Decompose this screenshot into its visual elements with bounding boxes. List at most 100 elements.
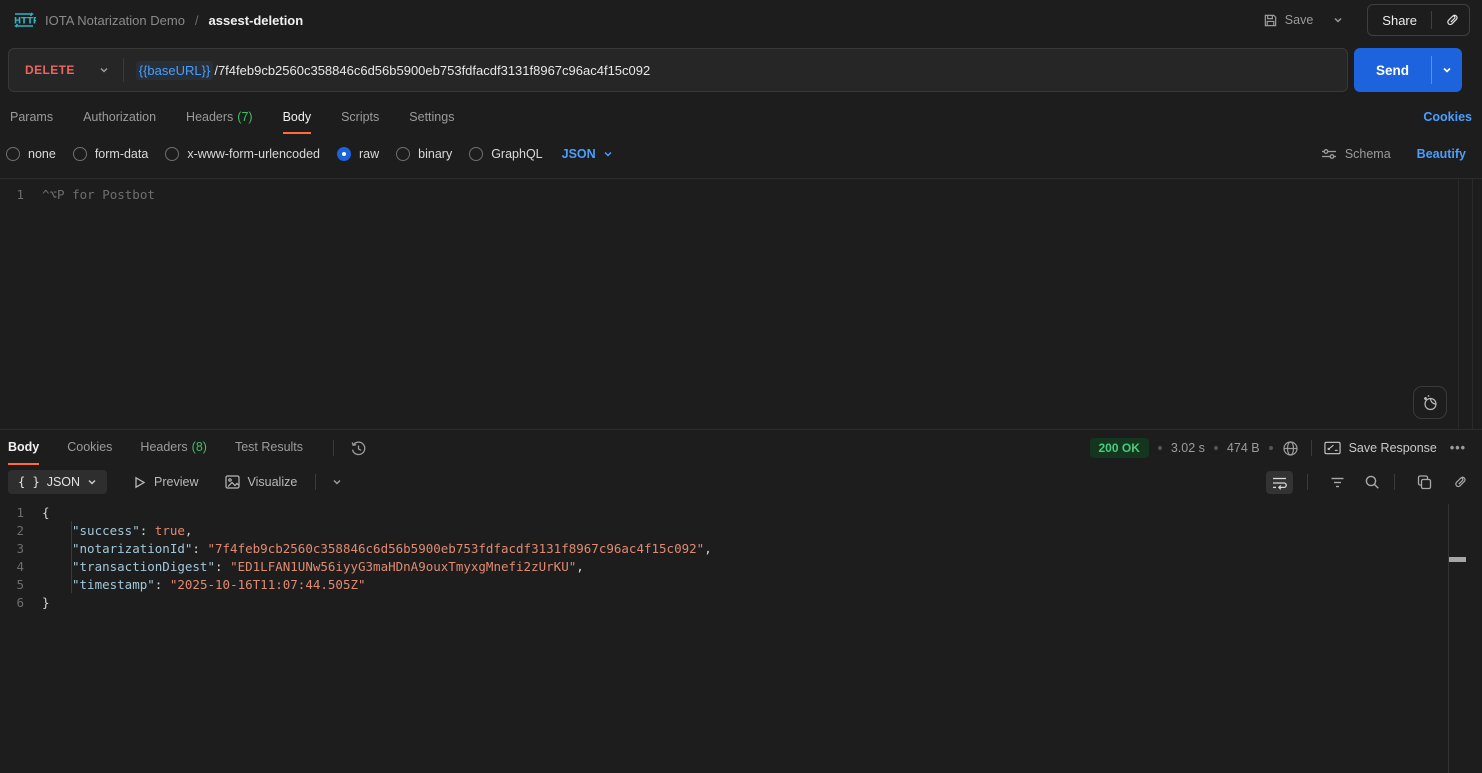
toolbar-right-divider (1307, 474, 1308, 490)
search-button[interactable] (1364, 474, 1380, 490)
meta-dot (1158, 446, 1162, 450)
response-scroll-track[interactable] (1448, 504, 1449, 773)
url-input[interactable]: {{baseURL}} /7f4feb9cb2560c358846c6d56b5… (124, 61, 1347, 80)
request-url-row: DELETE {{baseURL}} /7f4feb9cb2560c358846… (0, 48, 1482, 92)
indent-guide (71, 521, 72, 593)
code-line-content: "notarizationId": "7f4feb9cb2560c358846c… (42, 541, 712, 556)
response-tab-test-results[interactable]: Test Results (235, 432, 303, 465)
save-response-icon (1324, 441, 1341, 455)
request-url-box: DELETE {{baseURL}} /7f4feb9cb2560c358846… (8, 48, 1348, 92)
response-time[interactable]: 3.02 s (1171, 441, 1205, 455)
body-type-GraphQL[interactable]: GraphQL (469, 147, 542, 161)
toolbar-right-divider (1394, 474, 1395, 490)
copy-button[interactable] (1417, 475, 1432, 490)
request-body-editor[interactable]: 1 ^⌥P for Postbot (0, 178, 1482, 430)
code-line-number: 3 (0, 541, 42, 556)
radio-selected-icon[interactable] (337, 147, 351, 161)
response-headers-count: (8) (192, 440, 207, 454)
schema-label: Schema (1345, 147, 1391, 161)
code-line-content: { (42, 505, 50, 520)
body-type-form-data[interactable]: form-data (73, 147, 149, 161)
tab-params[interactable]: Params (10, 104, 53, 134)
code-line-content: "transactionDigest": "ED1LFAN1UNw56iyyG3… (42, 559, 584, 574)
filter-button[interactable] (1330, 476, 1345, 489)
chevron-down-icon (87, 477, 97, 487)
base-url-variable[interactable]: {{baseURL}} (136, 61, 214, 80)
word-wrap-toggle[interactable] (1266, 471, 1293, 494)
chevron-down-icon (332, 477, 342, 487)
image-icon (225, 475, 240, 489)
tab-headers[interactable]: Headers(7) (186, 104, 253, 134)
body-type-binary[interactable]: binary (396, 147, 452, 161)
postbot-placeholder: ^⌥P for Postbot (42, 187, 155, 202)
sliders-icon (1321, 147, 1337, 161)
network-info-button[interactable] (1282, 440, 1299, 457)
response-format-select[interactable]: { } JSON (8, 470, 107, 494)
save-button[interactable]: Save (1257, 7, 1320, 34)
cookies-link[interactable]: Cookies (1423, 110, 1472, 128)
send-button[interactable]: Send (1354, 48, 1431, 92)
body-type-label: none (28, 147, 56, 161)
body-type-x-www-form-urlencoded[interactable]: x-www-form-urlencoded (165, 147, 320, 161)
response-panel: Body Cookies Headers(8) Test Results 200… (0, 431, 1482, 773)
response-history-button[interactable] (350, 440, 367, 457)
response-toolbar: { } JSON Preview Visualize (0, 465, 1482, 499)
raw-language-select[interactable]: JSON (562, 147, 613, 161)
beautify-button[interactable]: Beautify (1417, 147, 1466, 161)
breadcrumb-request-name[interactable]: assest-deletion (209, 13, 304, 28)
breadcrumb-collection[interactable]: IOTA Notarization Demo (45, 13, 185, 28)
request-tabs: Params Authorization Headers(7) Body Scr… (0, 104, 1482, 134)
top-bar: HTTP IOTA Notarization Demo / assest-del… (0, 0, 1482, 40)
share-button[interactable]: Share (1368, 13, 1431, 28)
breadcrumb: HTTP IOTA Notarization Demo / assest-del… (12, 11, 303, 29)
chevron-down-icon (99, 65, 109, 75)
editor-scroll-track[interactable] (1458, 179, 1459, 429)
visualize-button[interactable]: Visualize (225, 475, 298, 489)
body-type-label: GraphQL (491, 147, 542, 161)
response-tabs: Body Cookies Headers(8) Test Results 200… (0, 431, 1482, 465)
body-type-none[interactable]: none (6, 147, 56, 161)
response-meta: 200 OK 3.02 s 474 B (1090, 438, 1467, 458)
meta-divider (1311, 440, 1312, 456)
save-response-label: Save Response (1349, 441, 1437, 455)
response-scroll-thumb[interactable] (1449, 557, 1466, 562)
copy-link-button[interactable] (1432, 13, 1469, 28)
body-type-label: x-www-form-urlencoded (187, 147, 320, 161)
response-tab-body[interactable]: Body (8, 432, 39, 465)
postbot-button[interactable] (1413, 386, 1447, 419)
send-button-group: Send (1354, 48, 1462, 92)
body-type-raw[interactable]: raw (337, 147, 379, 161)
send-options-chevron[interactable] (1432, 48, 1462, 92)
tab-body[interactable]: Body (283, 104, 312, 134)
save-options-chevron[interactable] (1325, 9, 1351, 31)
tab-settings[interactable]: Settings (409, 104, 454, 134)
visualize-options-chevron[interactable] (332, 477, 342, 487)
radio-icon[interactable] (165, 147, 179, 161)
response-toolbar-right (1266, 471, 1466, 494)
method-label: DELETE (25, 63, 75, 77)
meta-dot (1269, 446, 1273, 450)
radio-icon[interactable] (469, 147, 483, 161)
response-more-button[interactable]: ••• (1450, 441, 1466, 455)
preview-button[interactable]: Preview (133, 475, 198, 489)
editor-scroll-track-outer[interactable] (1472, 179, 1473, 429)
radio-icon[interactable] (396, 147, 410, 161)
copy-link-button[interactable] (1451, 475, 1466, 490)
radio-icon[interactable] (73, 147, 87, 161)
code-line: 1{ (0, 503, 1482, 521)
tab-authorization[interactable]: Authorization (83, 104, 156, 134)
schema-button[interactable]: Schema (1321, 147, 1391, 161)
meta-dot (1214, 446, 1218, 450)
tab-scripts[interactable]: Scripts (341, 104, 379, 134)
code-line-content: "success": true, (42, 523, 192, 538)
response-code[interactable]: 1{2"success": true,3"notarizationId": "7… (0, 499, 1482, 773)
save-response-button[interactable]: Save Response (1324, 441, 1437, 455)
response-tab-headers[interactable]: Headers(8) (140, 432, 207, 465)
status-badge[interactable]: 200 OK (1090, 438, 1149, 458)
radio-icon[interactable] (6, 147, 20, 161)
method-selector[interactable]: DELETE (9, 49, 123, 91)
code-line-number: 6 (0, 595, 42, 610)
response-tab-cookies[interactable]: Cookies (67, 432, 112, 465)
chevron-down-icon (603, 149, 613, 159)
response-size[interactable]: 474 B (1227, 441, 1260, 455)
